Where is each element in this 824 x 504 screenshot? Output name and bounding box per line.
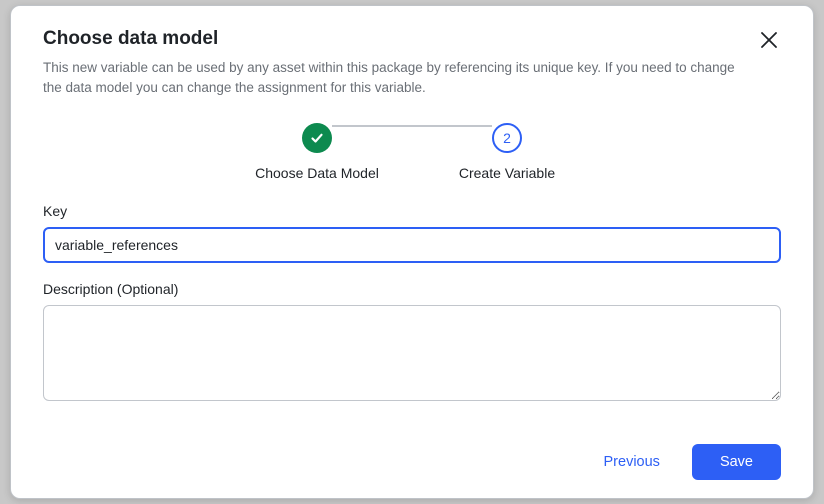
step-choose-data-model: Choose Data Model [222,123,412,181]
previous-button[interactable]: Previous [594,446,670,478]
step-label: Choose Data Model [255,165,379,181]
description-label: Description (Optional) [43,281,781,297]
key-label: Key [43,203,781,219]
modal-subtitle: This new variable can be used by any ass… [43,58,745,97]
stepper: Choose Data Model 2 Create Variable [43,123,781,181]
description-input[interactable] [43,305,781,401]
modal-title: Choose data model [43,28,745,50]
step-label: Create Variable [459,165,555,181]
key-input[interactable] [43,227,781,263]
close-button[interactable] [757,28,781,52]
step-current-circle: 2 [492,123,522,153]
step-connector [332,125,492,127]
check-icon [310,131,324,145]
field-key: Key [43,203,781,263]
save-button[interactable]: Save [692,444,781,480]
modal-title-block: Choose data model This new variable can … [43,28,745,97]
modal-header: Choose data model This new variable can … [43,28,781,97]
modal-footer: Previous Save [43,424,781,480]
modal-dialog: Choose data model This new variable can … [10,5,814,499]
step-create-variable: 2 Create Variable [412,123,602,181]
close-icon [759,30,779,50]
step-done-circle [302,123,332,153]
field-description: Description (Optional) [43,281,781,406]
